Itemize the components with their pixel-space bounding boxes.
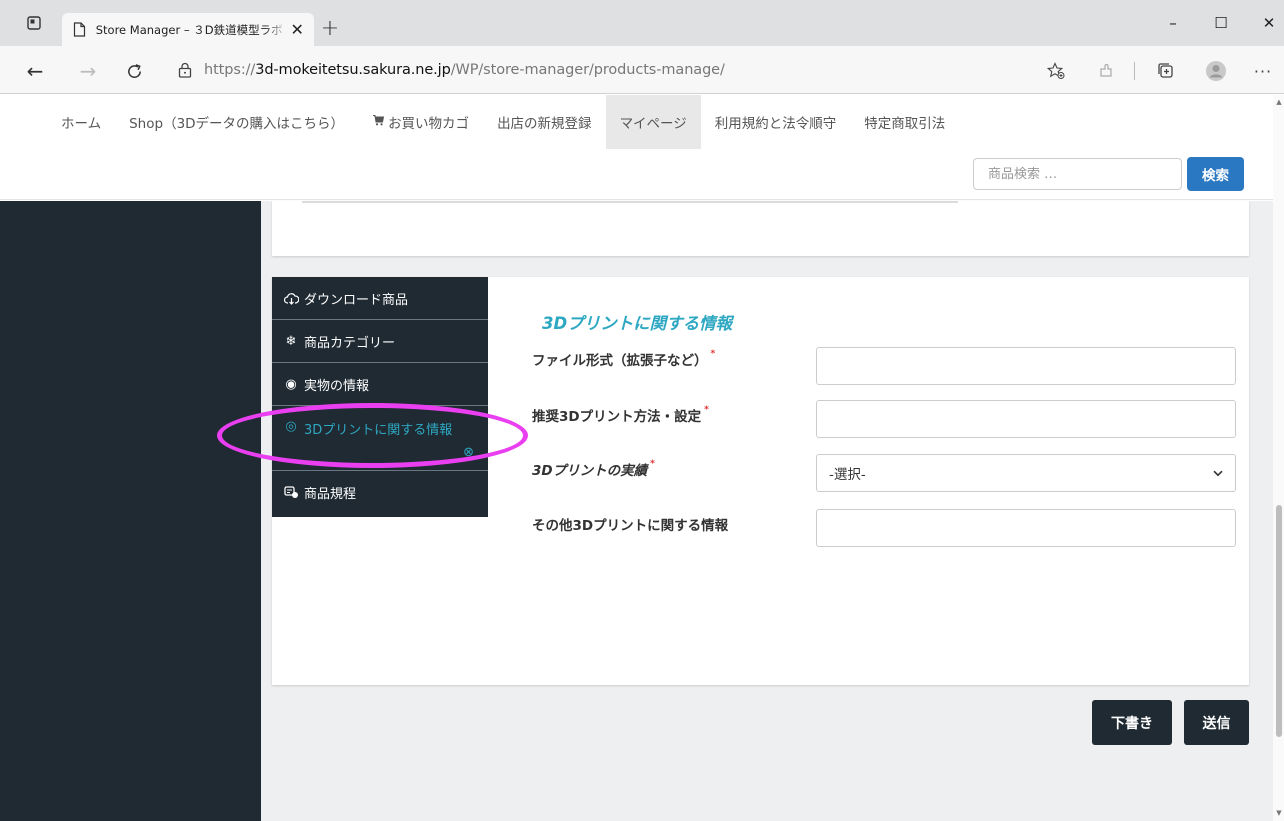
required-mark: * [704,405,709,415]
policy-icon [282,486,300,499]
required-mark: * [710,349,716,359]
more-icon[interactable]: ··· [1250,58,1276,84]
nav-item-home[interactable]: ホーム [47,95,115,149]
nav-item-cart[interactable]: お買い物カゴ [358,95,483,149]
cart-icon [372,114,385,130]
tab-3d-print-info[interactable]: ◎ 3Dプリントに関する情報 ⊗ [272,406,488,471]
chevron-circle-icon: ⊗ [463,445,474,460]
file-format-input[interactable] [816,347,1236,385]
nav-item-legal[interactable]: 特定商取引法 [850,95,959,149]
browser-tab[interactable]: Store Manager – ３D鉄道模型ラボ ✕ [62,13,314,46]
other-print-info-input[interactable] [816,509,1236,547]
field-label-recommended-print: 推奨3Dプリント方法・設定 * [532,405,709,425]
scroll-down-icon[interactable]: ▼ [1275,809,1283,817]
refresh-icon[interactable] [121,58,147,84]
site-nav: ホーム Shop（3Dデータの購入はこちら） お買い物カゴ 出店の新規登録 マイ… [0,95,1284,149]
close-icon[interactable]: ✕ [288,20,306,39]
tab-product-policy[interactable]: 商品規程 [272,471,488,514]
url-text: https://3d-mokeitetsu.sakura.ne.jp/WP/st… [204,62,725,78]
print-record-select[interactable]: -選択- [816,454,1236,492]
previous-field-border [302,201,958,203]
tab-label: 商品カテゴリー [304,335,396,351]
previous-section-card [272,201,1249,256]
tab-label: ダウンロード商品 [304,292,409,308]
recommended-print-input[interactable] [816,400,1236,438]
browser-toolbar: ← → https://3d-mokeitetsu.sakura.ne.jp/W… [0,46,1284,94]
tab-label: 商品規程 [304,487,357,502]
browser-titlebar: Store Manager – ３D鉄道模型ラボ ✕ + – ☐ ✕ [0,0,1284,46]
forward-icon[interactable]: → [75,58,101,84]
field-label-print-record: 3Dプリントの実績 * [532,459,655,479]
back-icon[interactable]: ← [22,58,48,84]
new-tab-icon[interactable]: + [318,16,342,41]
tab-title: Store Manager – ３D鉄道模型ラボ [95,22,283,37]
tab-label: 3Dプリントに関する情報 [304,423,453,438]
page-icon [72,22,88,38]
submit-button[interactable]: 送信 [1184,700,1249,745]
favorite-icon[interactable] [1043,58,1069,84]
chevron-down-icon [1213,467,1223,480]
nav-item-mypage[interactable]: マイページ [605,95,701,149]
settings-tabs: ダウンロード商品 ❄ 商品カテゴリー ◉ 実物の情報 ◎ 3Dプリントに関する情… [272,277,488,517]
window-close-button[interactable]: ✕ [1254,10,1284,36]
tab-label: 実物の情報 [304,378,370,394]
search-button[interactable]: 検索 [1187,157,1244,191]
toolbar-separator [1134,62,1135,80]
print-record-select-value: -選択- [829,467,866,483]
product-settings-card: ダウンロード商品 ❄ 商品カテゴリー ◉ 実物の情報 ◎ 3Dプリントに関する情… [272,277,1249,685]
target-icon: ◉ [285,376,297,392]
maximize-button[interactable]: ☐ [1206,10,1236,36]
download-cloud-icon [282,292,300,305]
page-sidebar [0,201,261,821]
window-menu-icon[interactable] [24,13,44,33]
tab-download-product[interactable]: ダウンロード商品 [272,277,488,320]
search-bar: 検索 [0,149,1284,200]
search-input[interactable] [973,158,1182,190]
field-label-other-print-info: その他3Dプリントに関する情報 [532,518,729,534]
nav-item-cart-label: お買い物カゴ [388,116,470,132]
lock-icon[interactable] [176,61,194,79]
scrollbar-thumb[interactable] [1276,505,1282,737]
snowflake-icon: ❄ [285,333,297,349]
tab-product-category[interactable]: ❄ 商品カテゴリー [272,320,488,363]
minimize-button[interactable]: – [1158,10,1188,36]
collections-icon[interactable] [1153,58,1179,84]
nav-item-register[interactable]: 出店の新規登録 [483,95,606,149]
field-label-file-format: ファイル形式（拡張子など） * [532,349,716,369]
required-mark: * [650,459,655,469]
profile-icon[interactable] [1203,58,1229,84]
tab-real-item-info[interactable]: ◉ 実物の情報 [272,363,488,406]
nav-item-shop[interactable]: Shop（3Dデータの購入はこちら） [115,95,358,149]
nav-item-terms[interactable]: 利用規約と法令順守 [701,95,851,149]
section-title: 3Dプリントに関する情報 [542,314,733,333]
draft-button[interactable]: 下書き [1092,700,1172,745]
extensions-icon[interactable] [1093,58,1119,84]
address-bar[interactable]: https://3d-mokeitetsu.sakura.ne.jp/WP/st… [168,56,1078,84]
scroll-up-icon[interactable]: ▲ [1275,98,1283,106]
radio-circle-icon: ◎ [285,419,297,434]
